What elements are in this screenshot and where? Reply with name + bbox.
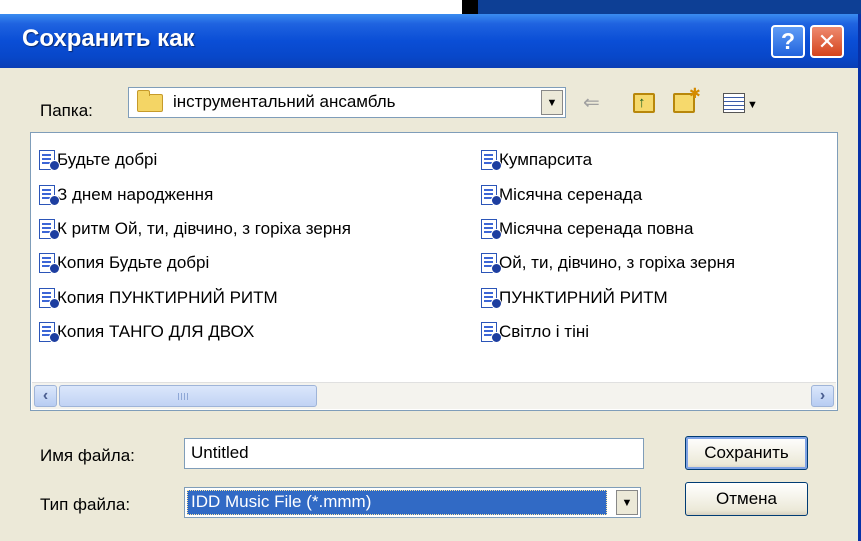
list-item[interactable]: Кумпарсита (481, 143, 735, 177)
view-menu-chevron-icon[interactable]: ▼ (747, 95, 758, 115)
list-item[interactable]: Ой, ти, дівчино, з горіха зерня (481, 246, 735, 280)
horizontal-scrollbar[interactable]: ‹ › (32, 382, 836, 409)
close-button[interactable]: ✕ (810, 25, 844, 58)
filename-input[interactable]: Untitled (184, 438, 644, 469)
scroll-right-icon[interactable]: › (811, 385, 834, 407)
list-item[interactable]: К ритм Ой, ти, дівчино, з горіха зерня (39, 212, 351, 246)
file-name: Копия ПУНКТИРНИЙ РИТМ (57, 287, 278, 307)
filename-label: Имя файла: (40, 446, 135, 465)
music-file-icon (481, 218, 502, 240)
cancel-button[interactable]: Отмена (685, 482, 808, 516)
file-name: Копия Будьте добрі (57, 253, 210, 273)
music-file-icon (39, 184, 60, 206)
list-item[interactable]: Будьте добрі (39, 143, 351, 177)
filetype-label: Тип файла: (40, 495, 131, 514)
list-item[interactable]: З днем народження (39, 177, 351, 211)
chevron-down-icon[interactable]: ▼ (616, 490, 638, 515)
back-arrow-icon[interactable]: ⇐ (583, 93, 600, 113)
music-file-icon (481, 322, 502, 344)
list-item[interactable]: ПУНКТИРНИЙ РИТМ (481, 281, 735, 315)
folder-value: інструментальний ансамбль (173, 92, 396, 111)
file-name: ПУНКТИРНИЙ РИТМ (499, 287, 668, 307)
list-item[interactable]: Копия Будьте добрі (39, 246, 351, 280)
folder-combo[interactable]: інструментальний ансамбль ▼ (128, 87, 566, 118)
music-file-icon (39, 150, 60, 172)
file-list[interactable]: Будьте добрі З днем народження К ритм Ой… (30, 132, 838, 411)
file-name: Місячна серенада повна (499, 218, 694, 238)
filetype-combo[interactable]: IDD Music File (*.mmm) ▼ (184, 487, 641, 518)
chevron-down-icon[interactable]: ▼ (541, 90, 563, 115)
music-file-icon (481, 184, 502, 206)
scroll-thumb[interactable] (59, 385, 317, 407)
list-item[interactable]: Місячна серенада повна (481, 212, 735, 246)
list-item[interactable]: Місячна серенада (481, 177, 735, 211)
list-item[interactable]: Копия ПУНКТИРНИЙ РИТМ (39, 281, 351, 315)
help-icon: ? (780, 28, 796, 54)
save-as-dialog: Сохранить как ? ✕ Папка: інструментальни… (0, 14, 861, 541)
up-folder-icon[interactable] (633, 93, 655, 113)
scroll-left-icon[interactable]: ‹ (34, 385, 57, 407)
folder-label: Папка: (40, 101, 93, 120)
file-name: Ой, ти, дівчино, з горіха зерня (499, 253, 736, 273)
file-name: Місячна серенада (499, 184, 643, 204)
title-bar[interactable]: Сохранить как ? ✕ (0, 14, 858, 68)
file-name: Будьте добрі (57, 150, 158, 170)
help-button[interactable]: ? (771, 25, 805, 58)
file-name: К ритм Ой, ти, дівчино, з горіха зерня (57, 218, 351, 238)
file-name: Світло і тіні (499, 322, 590, 342)
background-window-edge (478, 0, 861, 14)
music-file-icon (481, 287, 502, 309)
music-file-icon (39, 322, 60, 344)
file-column-2: Кумпарсита Місячна серенада Місячна сере… (481, 143, 735, 349)
music-file-icon (39, 287, 60, 309)
filetype-value: IDD Music File (*.mmm) (187, 490, 607, 515)
music-file-icon (39, 253, 60, 275)
file-name: Копия ТАНГО ДЛЯ ДВОХ (57, 322, 255, 342)
music-file-icon (481, 150, 502, 172)
list-item[interactable]: Світло і тіні (481, 315, 735, 349)
file-name: Кумпарсита (499, 150, 593, 170)
list-item[interactable]: Копия ТАНГО ДЛЯ ДВОХ (39, 315, 351, 349)
music-file-icon (39, 218, 60, 240)
music-file-icon (481, 253, 502, 275)
new-folder-icon[interactable] (673, 83, 701, 113)
file-column-1: Будьте добрі З днем народження К ритм Ой… (39, 143, 351, 349)
close-icon: ✕ (817, 28, 837, 54)
file-name: З днем народження (57, 184, 214, 204)
folder-icon (137, 90, 163, 112)
save-button[interactable]: Сохранить (685, 436, 808, 470)
dialog-title: Сохранить как (22, 25, 195, 52)
view-menu-icon[interactable] (723, 93, 745, 113)
